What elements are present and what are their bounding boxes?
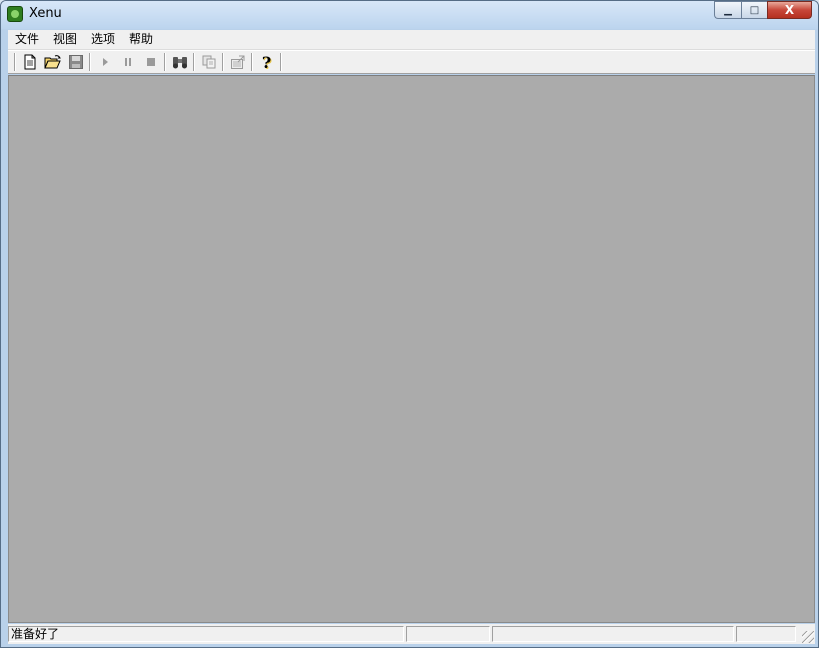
toolbar: ? xyxy=(8,50,815,74)
new-document-icon xyxy=(24,54,35,70)
title-bar[interactable]: Xenu ▁ □ X xyxy=(1,1,818,29)
status-pane-2 xyxy=(406,626,490,642)
toolbar-separator xyxy=(222,53,224,71)
copy-icon xyxy=(202,55,215,69)
properties-icon xyxy=(230,55,244,69)
menu-file[interactable]: 文件 xyxy=(8,30,46,49)
maximize-icon: □ xyxy=(749,4,760,16)
find-button[interactable] xyxy=(168,51,191,73)
properties-button[interactable] xyxy=(226,51,249,73)
new-button[interactable] xyxy=(18,51,41,73)
status-pane-3 xyxy=(492,626,734,642)
pause-button[interactable] xyxy=(116,51,139,73)
menu-view[interactable]: 视图 xyxy=(46,30,84,49)
stop-button[interactable] xyxy=(139,51,162,73)
start-button[interactable] xyxy=(93,51,116,73)
open-button[interactable] xyxy=(41,51,64,73)
mdi-client-area[interactable] xyxy=(8,75,815,623)
open-folder-icon xyxy=(43,55,61,69)
play-icon xyxy=(102,58,108,66)
window-title: Xenu xyxy=(29,6,62,21)
menu-bar: 文件 视图 选项 帮助 xyxy=(8,30,815,50)
toolbar-separator xyxy=(164,53,166,71)
caption-buttons: ▁ □ X xyxy=(714,1,812,21)
toolbar-separator xyxy=(89,53,91,71)
menu-help[interactable]: 帮助 xyxy=(122,30,160,49)
status-pane-4 xyxy=(736,626,796,642)
status-text: 准备好了 xyxy=(8,626,404,642)
binoculars-icon xyxy=(172,57,187,69)
minimize-icon: ▁ xyxy=(724,4,732,16)
help-button[interactable]: ? xyxy=(255,51,278,73)
save-icon xyxy=(68,55,83,69)
xenu-window: Xenu ▁ □ X 文件 视图 选项 帮助 ? 准备好了 xyxy=(0,0,819,648)
minimize-button[interactable]: ▁ xyxy=(714,1,741,19)
status-bar: 准备好了 xyxy=(8,624,815,644)
stop-icon xyxy=(146,58,155,66)
toolbar-separator xyxy=(280,53,282,71)
toolbar-separator xyxy=(193,53,195,71)
close-button[interactable]: X xyxy=(767,1,812,19)
resize-grip-icon[interactable] xyxy=(802,631,814,643)
toolbar-separator xyxy=(251,53,253,71)
copy-button[interactable] xyxy=(197,51,220,73)
toolbar-separator xyxy=(14,53,16,71)
pause-icon xyxy=(124,58,131,66)
xenu-app-icon[interactable] xyxy=(7,6,23,22)
save-button[interactable] xyxy=(64,51,87,73)
close-icon: X xyxy=(784,3,795,17)
maximize-button[interactable]: □ xyxy=(741,1,767,19)
help-icon: ? xyxy=(261,52,272,72)
menu-options[interactable]: 选项 xyxy=(84,30,122,49)
